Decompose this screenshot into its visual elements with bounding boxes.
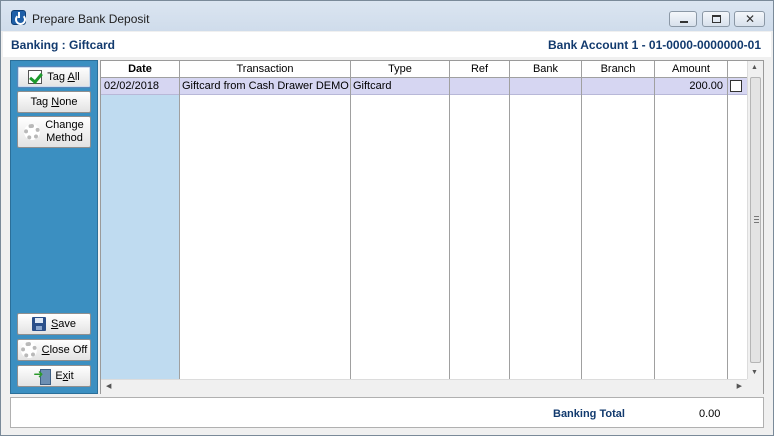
scroll-right-icon[interactable]: ▶ bbox=[737, 382, 742, 390]
vertical-scroll-thumb[interactable] bbox=[750, 77, 761, 363]
scroll-left-icon[interactable]: ◀ bbox=[106, 382, 111, 390]
column-divider bbox=[350, 61, 351, 379]
tag-none-button[interactable]: Tag None bbox=[17, 91, 91, 113]
exit-door-icon bbox=[33, 367, 52, 385]
header-branch[interactable]: Branch bbox=[582, 63, 654, 75]
exit-button[interactable]: Exit bbox=[17, 365, 91, 387]
tag-all-label: Tag All bbox=[47, 71, 80, 83]
column-divider bbox=[449, 61, 450, 379]
maximize-icon bbox=[712, 15, 721, 23]
deposit-grid: Date Transaction Type Ref Bank Branch Am… bbox=[100, 60, 764, 394]
banking-total-label: Banking Total bbox=[553, 408, 625, 420]
floppy-disk-icon bbox=[31, 317, 46, 331]
title-bar: Prepare Bank Deposit ✕ bbox=[1, 1, 773, 31]
close-window-button[interactable]: ✕ bbox=[734, 11, 765, 27]
column-divider bbox=[654, 61, 655, 379]
minimize-button[interactable] bbox=[669, 11, 697, 27]
change-method-button[interactable]: Change Method bbox=[17, 116, 91, 148]
column-divider bbox=[727, 61, 728, 379]
minimize-icon bbox=[680, 21, 688, 23]
change-method-label: Change Method bbox=[45, 119, 84, 144]
horizontal-scrollbar[interactable]: ◀ ▶ bbox=[101, 379, 747, 394]
vertical-scrollbar[interactable]: ▲ ▼ bbox=[747, 61, 763, 379]
scroll-up-icon[interactable]: ▲ bbox=[751, 64, 758, 71]
column-divider bbox=[581, 61, 582, 379]
header-type[interactable]: Type bbox=[351, 63, 449, 75]
date-column-background bbox=[101, 78, 180, 379]
prepare-bank-deposit-window: Prepare Bank Deposit ✕ Banking : Giftcar… bbox=[0, 0, 774, 436]
header-amount[interactable]: Amount bbox=[655, 63, 727, 75]
grip-icon bbox=[754, 216, 759, 223]
scrollbar-corner bbox=[747, 379, 763, 394]
header-transaction[interactable]: Transaction bbox=[180, 63, 350, 75]
checkmark-icon bbox=[28, 70, 43, 84]
gear-icon bbox=[24, 124, 41, 140]
banking-total-value: 0.00 bbox=[699, 408, 721, 420]
cell-date: 02/02/2018 bbox=[104, 80, 160, 92]
totals-bar: Banking Total 0.00 bbox=[10, 397, 764, 428]
action-panel: Tag All Tag None Change Method Save Close… bbox=[10, 60, 98, 394]
header-bank[interactable]: Bank bbox=[510, 63, 581, 75]
header-date[interactable]: Date bbox=[101, 63, 179, 75]
header-ref[interactable]: Ref bbox=[450, 63, 509, 75]
row-tag-checkbox[interactable] bbox=[730, 80, 742, 92]
column-divider bbox=[509, 61, 510, 379]
close-off-button[interactable]: Close Off bbox=[17, 339, 91, 361]
cell-transaction: Giftcard from Cash Drawer DEMO bbox=[182, 80, 349, 92]
tag-all-button[interactable]: Tag All bbox=[17, 66, 91, 88]
gear-icon bbox=[20, 342, 37, 358]
cell-type: Giftcard bbox=[353, 80, 392, 92]
cell-amount: 200.00 bbox=[689, 80, 723, 92]
power-app-icon bbox=[11, 10, 26, 25]
column-divider bbox=[179, 61, 180, 379]
exit-label: Exit bbox=[55, 370, 74, 382]
header-band: Banking : Giftcard Bank Account 1 - 01-0… bbox=[3, 32, 771, 57]
close-off-label: Close Off bbox=[41, 344, 88, 356]
table-header: Date Transaction Type Ref Bank Branch Am… bbox=[101, 61, 747, 78]
table-row[interactable]: 02/02/2018 Giftcard from Cash Drawer DEM… bbox=[101, 78, 747, 95]
save-button[interactable]: Save bbox=[17, 313, 91, 335]
save-label: Save bbox=[50, 318, 77, 330]
maximize-button[interactable] bbox=[702, 11, 730, 27]
banking-type-label: Banking : Giftcard bbox=[11, 38, 116, 52]
tag-none-label: Tag None bbox=[30, 96, 78, 108]
scroll-down-icon[interactable]: ▼ bbox=[751, 369, 758, 376]
window-title: Prepare Bank Deposit bbox=[32, 12, 150, 26]
bank-account-label: Bank Account 1 - 01-0000-0000000-01 bbox=[548, 38, 761, 52]
grid-viewport: Date Transaction Type Ref Bank Branch Am… bbox=[101, 61, 747, 379]
close-icon: ✕ bbox=[745, 12, 756, 26]
